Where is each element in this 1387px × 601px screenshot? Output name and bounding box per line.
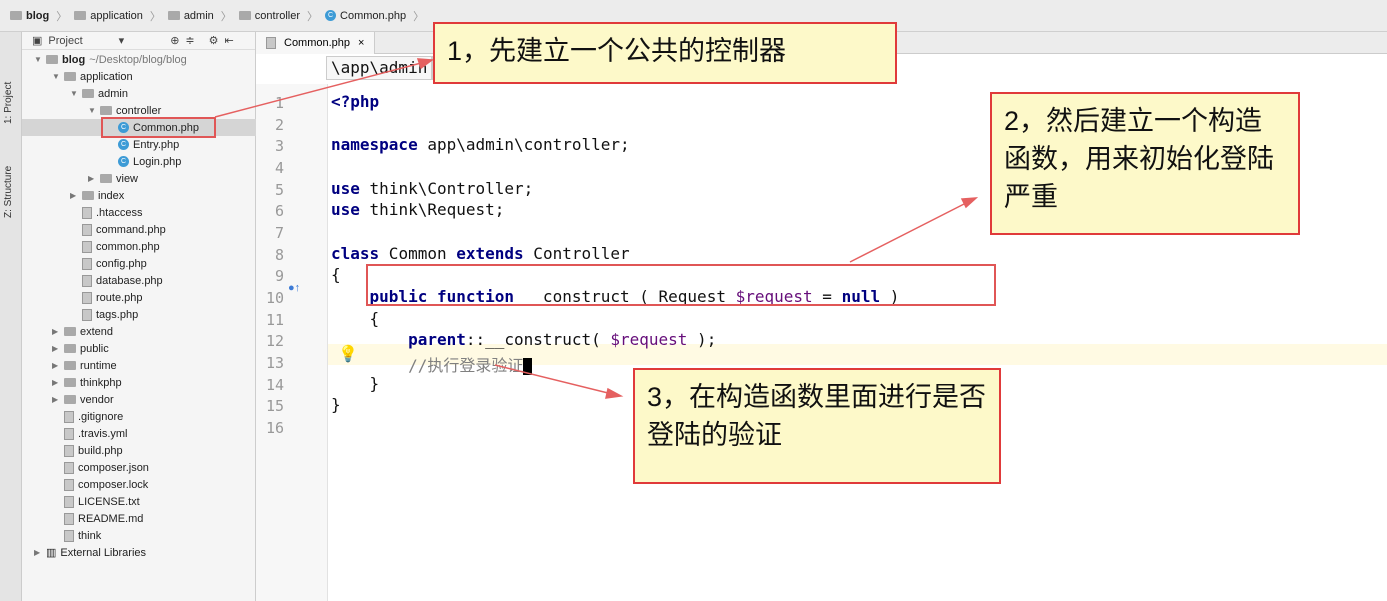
annotation-note-2: 2，然后建立一个构造函数，用来初始化登陆严重 — [990, 92, 1300, 235]
arrow-3 — [494, 364, 613, 395]
arrow-2 — [849, 201, 969, 263]
annotation-note-1: 1，先建立一个公共的控制器 — [433, 22, 897, 84]
arrow-1 — [214, 61, 426, 118]
annotation-note-3: 3，在构造函数里面进行是否登陆的验证 — [633, 368, 1001, 484]
annotation-arrows — [214, 58, 979, 399]
